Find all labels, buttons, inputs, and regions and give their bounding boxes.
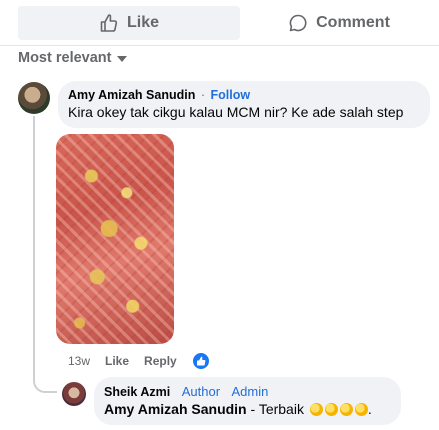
avatar[interactable] [62, 382, 86, 406]
like-label: Like [126, 14, 159, 31]
reply-trailing: . [367, 401, 372, 417]
comment-bubble: Amy Amizah Sanudin · Follow Kira okey ta… [58, 81, 430, 128]
thread-connector [33, 377, 57, 393]
thread-line [33, 116, 35, 378]
comment-label: Comment [316, 14, 390, 31]
reply-header: Sheik Azmi Author Admin [104, 384, 389, 399]
comment-button[interactable]: Comment [244, 6, 434, 40]
post-action-bar: Like Comment [0, 0, 439, 46]
comment-like-link[interactable]: Like [105, 354, 129, 368]
comment-sort-dropdown[interactable]: Most relevant [18, 50, 128, 66]
comment-photo[interactable] [56, 134, 174, 344]
follow-link[interactable]: Follow [210, 88, 250, 102]
clapping-hands-icon [324, 403, 338, 416]
admin-badge: Admin [231, 384, 269, 399]
comment-author[interactable]: Amy Amizah Sanudin [68, 88, 195, 102]
clapping-hands-icon [354, 403, 368, 416]
separator-dot: · [200, 88, 205, 102]
reply-body: - Terbaik [246, 401, 308, 417]
like-button[interactable]: Like [18, 6, 240, 40]
comment-text: Kira okey tak cikgu kalau MCM nir? Ke ad… [68, 104, 404, 120]
reply-text: Amy Amizah Sanudin - Terbaik . [104, 401, 389, 417]
caret-down-icon [117, 56, 128, 62]
comment-header: Amy Amizah Sanudin · Follow [68, 88, 418, 102]
reply-author[interactable]: Sheik Azmi [104, 385, 170, 399]
comment-meta: 13w Like Reply [68, 352, 210, 370]
clapping-hands-icon [339, 403, 353, 416]
clapping-hands-icon [309, 403, 323, 416]
comment-bubble-icon [288, 13, 308, 33]
sort-label: Most relevant [18, 50, 112, 66]
thumbs-up-icon [99, 13, 119, 33]
reply-bubble: Sheik Azmi Author Admin Amy Amizah Sanud… [94, 377, 401, 425]
avatar[interactable] [18, 82, 50, 114]
comment-reply-link[interactable]: Reply [144, 354, 177, 368]
mention-link[interactable]: Amy Amizah Sanudin [104, 401, 247, 417]
like-reaction-icon[interactable] [191, 352, 210, 370]
author-badge: Author [181, 384, 221, 399]
comment-timestamp[interactable]: 13w [68, 354, 90, 368]
